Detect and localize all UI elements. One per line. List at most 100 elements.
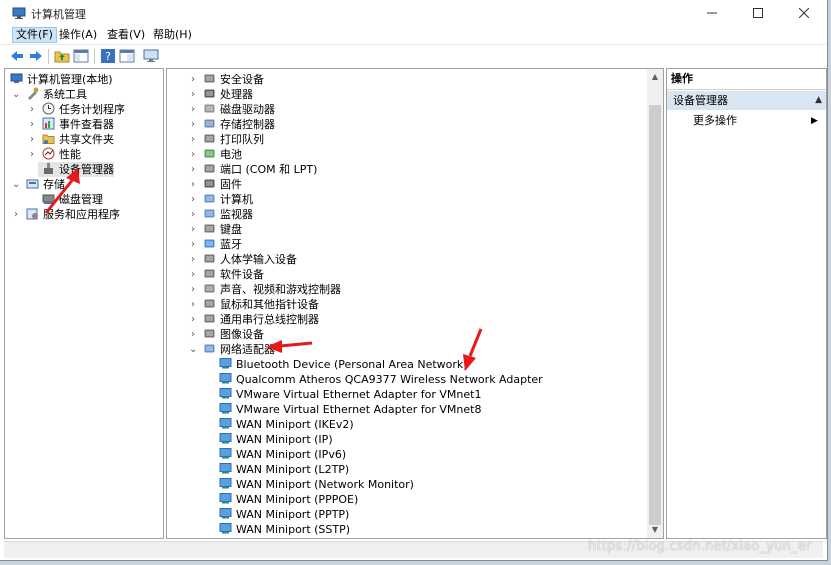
device-category-4[interactable]: › 打印队列 <box>167 132 645 147</box>
device-category-10[interactable]: › 键盘 <box>167 222 645 237</box>
device-category-label: 图像设备 <box>220 328 264 341</box>
vertical-scrollbar[interactable]: ▲ ▼ <box>647 69 663 538</box>
device-category-0[interactable]: › 安全设备 <box>167 72 645 87</box>
chevron-right-icon[interactable]: › <box>189 147 197 162</box>
maximize-button[interactable] <box>735 0 781 26</box>
chevron-right-icon[interactable]: › <box>189 252 197 267</box>
minimize-button[interactable] <box>689 0 735 26</box>
device-category-9[interactable]: › 监视器 <box>167 207 645 222</box>
scroll-up-icon[interactable]: ▲ <box>647 69 663 85</box>
network-adapter-item[interactable]: WAN Miniport (IKEv2) <box>167 417 645 432</box>
more-actions[interactable]: 更多操作 ▶ <box>693 113 818 129</box>
chevron-down-icon[interactable]: ⌄ <box>12 177 20 192</box>
network-adapter-item[interactable]: WAN Miniport (IP) <box>167 432 645 447</box>
device-category-8[interactable]: › 计算机 <box>167 192 645 207</box>
device-category-16[interactable]: › 通用串行总线控制器 <box>167 312 645 327</box>
device-category-label: 处理器 <box>220 88 253 101</box>
tree-item-task-scheduler[interactable]: › 任务计划程序 <box>5 102 161 117</box>
chevron-right-icon[interactable]: › <box>189 282 197 297</box>
chevron-right-icon[interactable]: › <box>28 132 36 147</box>
network-adapter-item[interactable]: WAN Miniport (SSTP) <box>167 522 645 537</box>
device-category-17[interactable]: › 图像设备 <box>167 327 645 342</box>
tree-item-system-tools[interactable]: ⌄ 系统工具 <box>5 87 161 102</box>
device-category-14[interactable]: › 声音、视频和游戏控制器 <box>167 282 645 297</box>
chevron-right-icon[interactable]: › <box>189 162 197 177</box>
scroll-down-icon[interactable]: ▼ <box>647 522 663 538</box>
chevron-right-icon[interactable]: › <box>12 207 20 222</box>
chevron-right-icon[interactable]: › <box>189 267 197 282</box>
network-adapter-label: WAN Miniport (IPv6) <box>236 448 347 461</box>
tree-item-performance[interactable]: › 性能 <box>5 147 161 162</box>
device-category-18[interactable]: ⌄ 网络适配器 <box>167 342 645 357</box>
actions-section-device-manager[interactable]: 设备管理器 ▲ <box>667 91 826 110</box>
menu-view[interactable]: 查看(V) <box>104 27 148 43</box>
chevron-right-icon[interactable]: › <box>28 147 36 162</box>
network-adapter-item[interactable]: VMware Virtual Ethernet Adapter for VMne… <box>167 402 645 417</box>
scroll-thumb[interactable] <box>649 105 661 525</box>
network-adapter-item[interactable]: WAN Miniport (L2TP) <box>167 462 645 477</box>
network-adapter-label: WAN Miniport (IP) <box>236 433 333 446</box>
tree-item-storage[interactable]: ⌄ 存储 <box>5 177 161 192</box>
menu-file[interactable]: 文件(F) <box>12 27 57 43</box>
device-category-label: 安全设备 <box>220 73 264 86</box>
chevron-right-icon[interactable]: › <box>28 117 36 132</box>
chevron-right-icon[interactable]: › <box>28 102 36 117</box>
close-button[interactable] <box>781 0 827 26</box>
device-category-1[interactable]: › 处理器 <box>167 87 645 102</box>
device-category-label: 人体学输入设备 <box>220 253 297 266</box>
shared-folder-icon <box>42 132 55 145</box>
properties-icon[interactable] <box>119 48 135 64</box>
chevron-right-icon[interactable]: › <box>189 72 197 87</box>
chevron-right-icon[interactable]: › <box>189 297 197 312</box>
help-icon[interactable]: ? <box>100 48 116 64</box>
tree-label: 任务计划程序 <box>59 103 125 116</box>
network-adapter-item[interactable]: WAN Miniport (IPv6) <box>167 447 645 462</box>
menu-help[interactable]: 帮助(H) <box>150 27 195 43</box>
collapse-icon[interactable]: ▲ <box>815 91 822 110</box>
forward-icon[interactable] <box>28 48 44 64</box>
back-icon[interactable] <box>9 48 25 64</box>
monitor-icon[interactable] <box>143 48 159 64</box>
device-category-5[interactable]: › 电池 <box>167 147 645 162</box>
chevron-right-icon[interactable]: › <box>189 87 197 102</box>
tree-item-event-viewer[interactable]: › 事件查看器 <box>5 117 161 132</box>
tree-item-device-manager[interactable]: 设备管理器 <box>38 162 114 177</box>
network-adapter-item[interactable]: WAN Miniport (Network Monitor) <box>167 477 645 492</box>
chevron-right-icon[interactable]: › <box>189 102 197 117</box>
chevron-down-icon[interactable]: ⌄ <box>189 342 197 357</box>
chevron-right-icon[interactable]: › <box>189 327 197 342</box>
device-category-15[interactable]: › 鼠标和其他指针设备 <box>167 297 645 312</box>
device-category-12[interactable]: › 人体学输入设备 <box>167 252 645 267</box>
menu-action[interactable]: 操作(A) <box>56 27 100 43</box>
device-category-6[interactable]: › 端口 (COM 和 LPT) <box>167 162 645 177</box>
chevron-right-icon[interactable]: › <box>189 207 197 222</box>
chevron-down-icon[interactable]: ⌄ <box>12 87 20 102</box>
network-adapter-item[interactable]: WAN Miniport (PPPOE) <box>167 492 645 507</box>
chevron-right-icon[interactable]: › <box>189 177 197 192</box>
imaging-device-icon <box>203 327 216 340</box>
chevron-right-icon[interactable]: › <box>189 132 197 147</box>
device-category-2[interactable]: › 磁盘驱动器 <box>167 102 645 117</box>
device-category-11[interactable]: › 蓝牙 <box>167 237 645 252</box>
usb-icon <box>203 312 216 325</box>
network-adapter-item[interactable]: WAN Miniport (PPTP) <box>167 507 645 522</box>
device-category-13[interactable]: › 软件设备 <box>167 267 645 282</box>
tree-item-services-applications[interactable]: › 服务和应用程序 <box>5 207 161 222</box>
chevron-right-icon[interactable]: › <box>189 222 197 237</box>
network-adapter-item[interactable]: VMware Virtual Ethernet Adapter for VMne… <box>167 387 645 402</box>
tree-item-computer-management[interactable]: 计算机管理(本地) <box>5 72 161 87</box>
chevron-right-icon[interactable]: › <box>189 312 197 327</box>
tree-label: 磁盘管理 <box>59 193 103 206</box>
device-category-3[interactable]: › 存储控制器 <box>167 117 645 132</box>
chevron-right-icon[interactable]: › <box>189 117 197 132</box>
network-adapter-icon <box>219 507 232 520</box>
chevron-right-icon[interactable]: › <box>189 237 197 252</box>
folder-up-icon[interactable] <box>54 48 70 64</box>
show-hide-tree-icon[interactable] <box>73 48 89 64</box>
tree-item-disk-management[interactable]: 磁盘管理 <box>5 192 161 207</box>
network-adapter-item[interactable]: Bluetooth Device (Personal Area Network) <box>167 357 645 372</box>
chevron-right-icon[interactable]: › <box>189 192 197 207</box>
device-category-7[interactable]: › 固件 <box>167 177 645 192</box>
tree-item-shared-folders[interactable]: › 共享文件夹 <box>5 132 161 147</box>
network-adapter-item[interactable]: Qualcomm Atheros QCA9377 Wireless Networ… <box>167 372 645 387</box>
